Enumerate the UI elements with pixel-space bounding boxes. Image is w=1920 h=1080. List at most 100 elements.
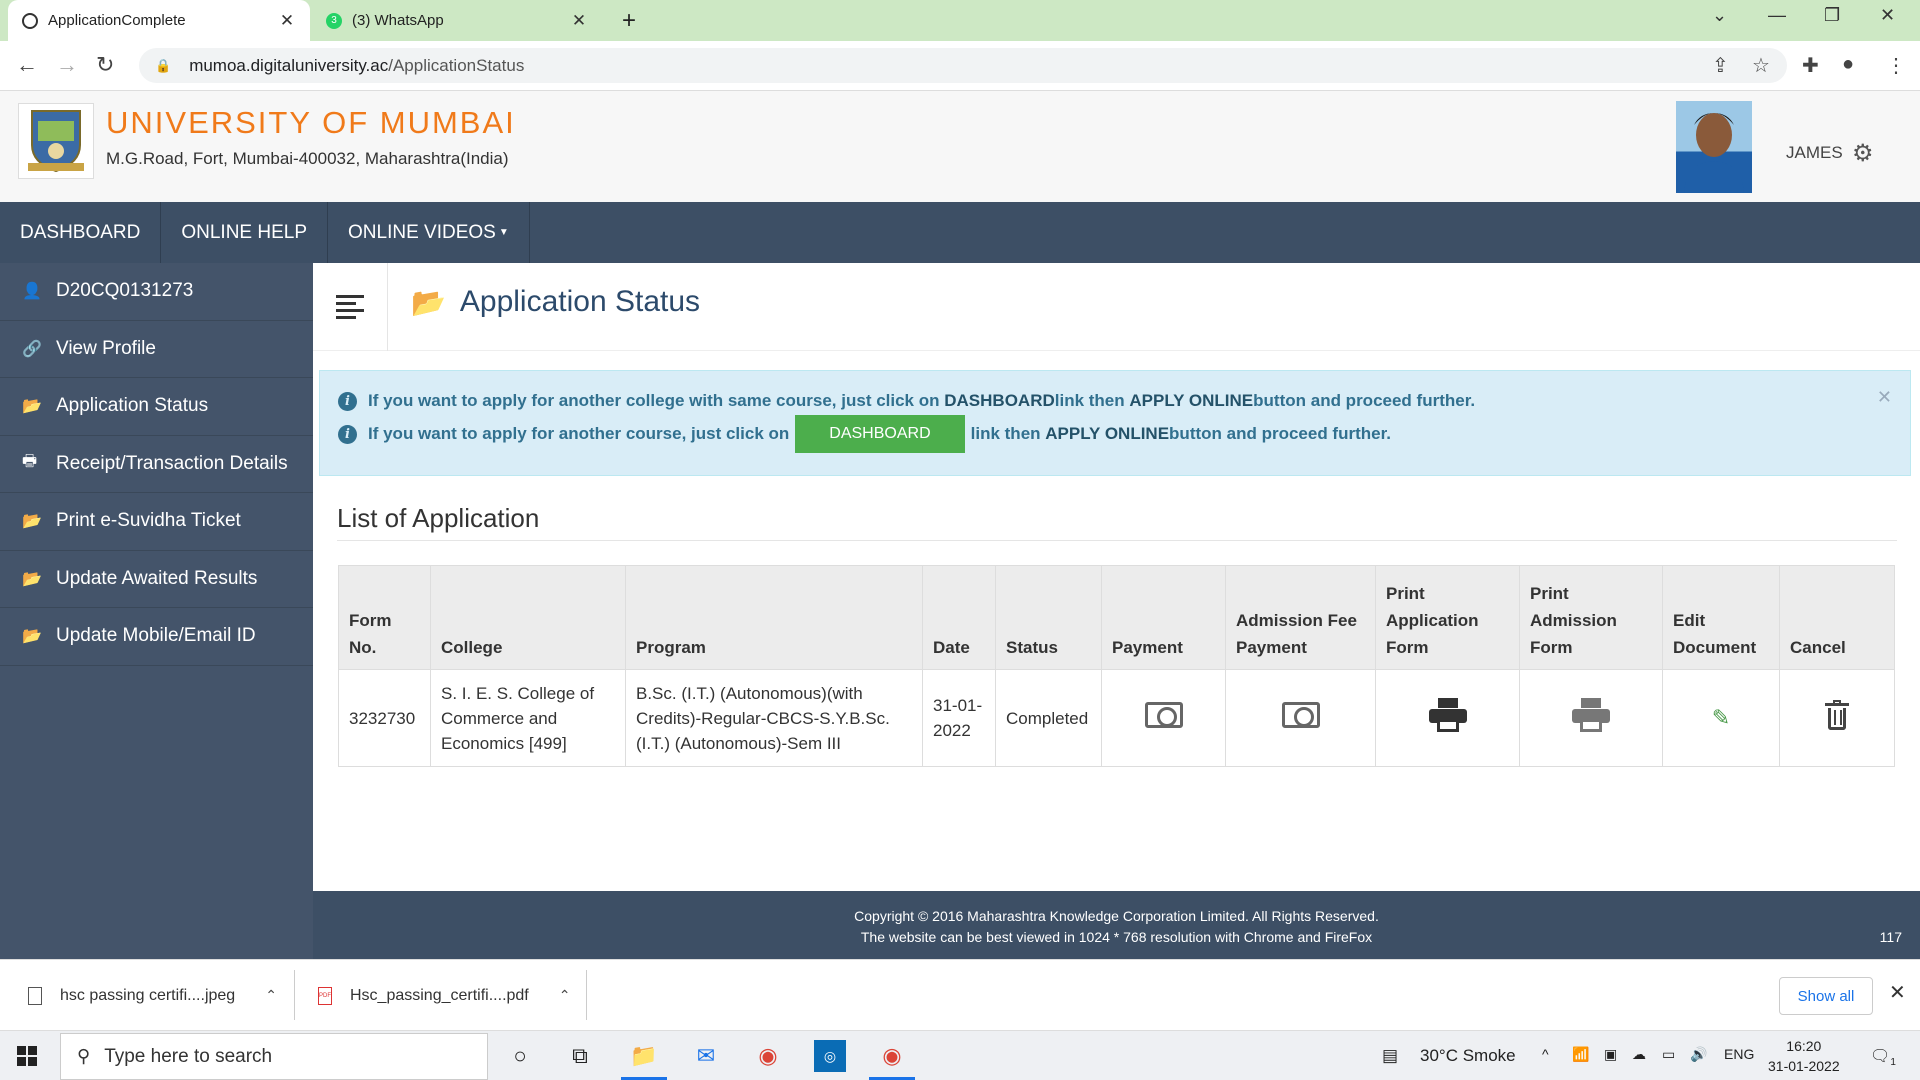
- notifications-icon[interactable]: 🗨1: [1870, 1046, 1896, 1068]
- divider: [586, 970, 587, 1020]
- reload-icon[interactable]: ↻: [96, 52, 114, 78]
- tray-chevron-icon[interactable]: ^: [1542, 1046, 1549, 1062]
- cell-edit-document: ✎: [1662, 669, 1780, 767]
- cortana-icon[interactable]: ○: [504, 1040, 536, 1072]
- task-view-icon[interactable]: ⧉: [564, 1040, 596, 1072]
- download-item-pdf[interactable]: PDF Hsc_passing_certifi....pdf ⌃: [318, 960, 570, 1031]
- browser-menu-icon[interactable]: ⋮: [1886, 53, 1906, 78]
- window-close-icon[interactable]: ✕: [1880, 5, 1895, 26]
- show-all-button[interactable]: Show all: [1779, 977, 1873, 1015]
- sidebar-item-label: View Profile: [56, 337, 156, 359]
- bookmark-star-icon[interactable]: ☆: [1752, 53, 1770, 78]
- chevron-up-icon[interactable]: ⌃: [265, 987, 277, 1004]
- share-icon[interactable]: ⇪: [1712, 53, 1729, 78]
- sidebar-item-mobile-email[interactable]: 📂 Update Mobile/Email ID: [0, 608, 313, 666]
- downloads-close-icon[interactable]: ✕: [1889, 980, 1906, 1005]
- cell-status: Completed: [995, 669, 1102, 767]
- dashboard-button[interactable]: DASHBOARD: [795, 415, 965, 453]
- battery-icon[interactable]: ▭: [1662, 1046, 1675, 1063]
- sidebar-item-awaited-results[interactable]: 📂 Update Awaited Results: [0, 551, 313, 608]
- table-header-row: Form No. College Program Date Status Paym…: [338, 565, 1895, 670]
- tab-application-complete[interactable]: ApplicationComplete ✕: [8, 0, 310, 41]
- mail-icon[interactable]: ✉: [690, 1040, 722, 1072]
- th-cancel: Cancel: [1779, 565, 1895, 670]
- sidebar-item-label: Print e-Suvidha Ticket: [56, 510, 241, 532]
- extensions-icon[interactable]: ✚: [1802, 53, 1819, 78]
- minimize-icon[interactable]: —: [1768, 5, 1786, 26]
- nav-online-help[interactable]: ONLINE HELP: [161, 202, 329, 263]
- windows-start-icon[interactable]: [17, 1046, 37, 1066]
- restore-icon[interactable]: ❐: [1824, 5, 1840, 26]
- tab-search-chevron-icon[interactable]: ⌄: [1712, 5, 1727, 26]
- user-icon: 👤: [22, 283, 42, 301]
- tab-close-icon[interactable]: ✕: [278, 11, 296, 31]
- profile-avatar-icon[interactable]: ●: [1842, 53, 1854, 76]
- th-print-admission: Print Admission Form: [1519, 565, 1663, 670]
- download-item-jpeg[interactable]: hsc passing certifi....jpeg ⌃: [28, 960, 277, 1031]
- forward-icon[interactable]: →: [56, 52, 78, 78]
- nav-online-videos[interactable]: ONLINE VIDEOS ▼: [328, 202, 530, 263]
- meet-icon[interactable]: ▣: [1604, 1046, 1617, 1063]
- sidebar-item-label: D20CQ0131273: [56, 280, 194, 302]
- main-content: 📂 Application Status i If you want to ap…: [313, 263, 1920, 891]
- menu-toggle-icon[interactable]: [313, 263, 388, 351]
- alert-close-icon[interactable]: ✕: [1877, 387, 1892, 408]
- folder-open-icon: 📂: [22, 628, 42, 646]
- clock[interactable]: 16:20 31-01-2022: [1768, 1036, 1840, 1076]
- th-date: Date: [922, 565, 996, 670]
- lock-icon: 🔒: [155, 57, 172, 73]
- sidebar-item-label: Application Status: [56, 395, 209, 417]
- url-bar[interactable]: 🔒 mumoa.digitaluniversity.ac/Application…: [139, 48, 1787, 83]
- user-photo: [1676, 101, 1752, 193]
- pencil-edit-icon[interactable]: ✎: [1712, 705, 1730, 730]
- new-tab-icon[interactable]: +: [622, 7, 636, 35]
- user-name[interactable]: JAMES: [1786, 143, 1843, 163]
- chrome-icon[interactable]: ◉: [752, 1040, 784, 1072]
- divider: [294, 970, 295, 1020]
- tab-close-icon[interactable]: ✕: [570, 11, 588, 31]
- language-indicator[interactable]: ENG: [1724, 1046, 1754, 1062]
- settings-gears-icon[interactable]: ⚙: [1852, 139, 1874, 168]
- folder-open-icon: 📂: [22, 398, 42, 416]
- th-college: College: [430, 565, 626, 670]
- site-favicon-icon: [22, 12, 38, 29]
- sidebar-item-esuvidha[interactable]: 📂 Print e-Suvidha Ticket: [0, 493, 313, 551]
- volume-icon[interactable]: 🔊: [1690, 1046, 1707, 1063]
- url-path: /ApplicationStatus: [388, 55, 525, 75]
- file-explorer-icon[interactable]: 📁: [628, 1040, 660, 1072]
- network-icon[interactable]: 📶: [1572, 1046, 1589, 1063]
- weather-icon[interactable]: ▤: [1382, 1046, 1398, 1066]
- clock-date: 31-01-2022: [1768, 1058, 1840, 1074]
- trash-icon[interactable]: [1825, 699, 1849, 730]
- sidebar-item-application-status[interactable]: 📂 Application Status: [0, 378, 313, 436]
- browser-tab-strip: ApplicationComplete ✕ 3 (3) WhatsApp ✕ +…: [0, 0, 1920, 41]
- chrome-profile-icon[interactable]: ◉: [876, 1040, 908, 1072]
- print-application-icon[interactable]: [1428, 697, 1467, 732]
- cell-date: 31-01- 2022: [922, 669, 996, 767]
- back-icon[interactable]: ←: [16, 52, 38, 78]
- university-logo: [18, 103, 94, 179]
- weather-text[interactable]: 30°C Smoke: [1420, 1046, 1516, 1066]
- pdf-file-icon: PDF: [318, 986, 332, 1005]
- sidebar-item-view-profile[interactable]: 🔗 View Profile: [0, 321, 313, 378]
- page-title: 📂 Application Status: [411, 285, 700, 319]
- dell-icon[interactable]: ◎: [814, 1040, 846, 1072]
- cell-form-no: 3232730: [338, 669, 431, 767]
- university-address: M.G.Road, Fort, Mumbai-400032, Maharasht…: [106, 149, 509, 168]
- sidebar-item-user-id[interactable]: 👤 D20CQ0131273: [0, 263, 313, 321]
- info-alert: i If you want to apply for another colle…: [319, 370, 1911, 476]
- caret-down-icon: ▼: [498, 227, 509, 238]
- taskbar-search-input[interactable]: ⚲ Type here to search: [60, 1033, 488, 1080]
- print-admission-icon: [1572, 697, 1610, 732]
- sidebar-item-receipt[interactable]: 🖶 Receipt/Transaction Details: [0, 436, 313, 493]
- th-print-application: Print Application Form: [1375, 565, 1520, 670]
- nav-dashboard[interactable]: DASHBOARD: [0, 202, 162, 263]
- download-filename: hsc passing certifi....jpeg: [60, 986, 236, 1004]
- admission-fee-money-icon[interactable]: [1281, 701, 1320, 728]
- sidebar: 👤 D20CQ0131273 🔗 View Profile 📂 Application…: [0, 263, 313, 959]
- print-icon: 🖶: [22, 453, 38, 471]
- tab-whatsapp[interactable]: 3 (3) WhatsApp ✕: [312, 0, 602, 41]
- payment-money-icon[interactable]: [1144, 701, 1183, 728]
- onedrive-icon[interactable]: ☁: [1632, 1046, 1646, 1063]
- chevron-up-icon[interactable]: ⌃: [559, 987, 571, 1004]
